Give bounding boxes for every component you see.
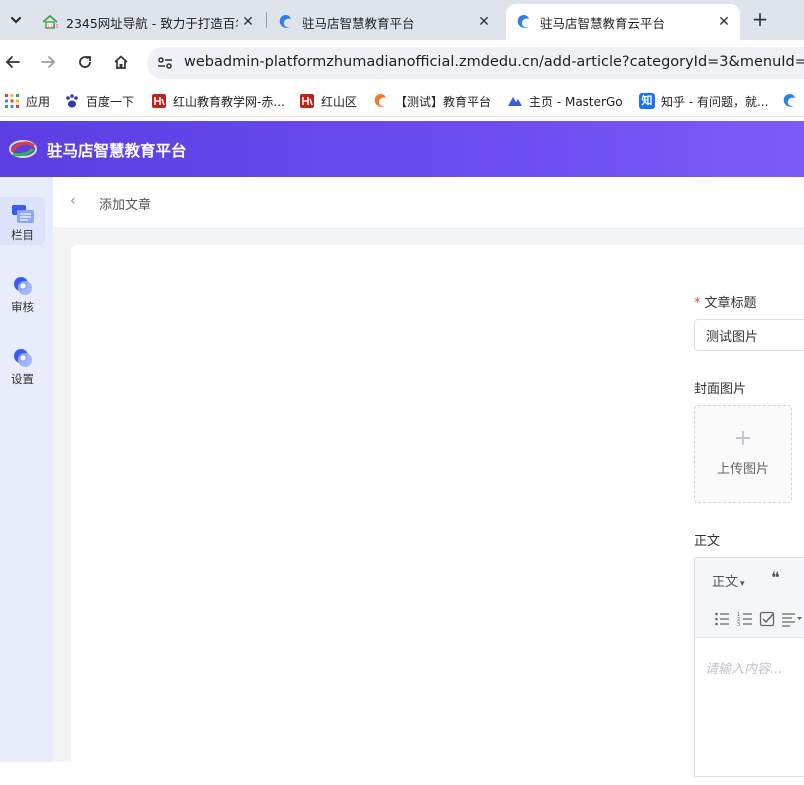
bookmark-label: 应用 [26, 94, 51, 109]
tab-zmd-edu[interactable]: 驻马店智慧教育平台 ✕ [268, 4, 500, 40]
zhihu-icon: 知 [639, 93, 655, 109]
article-title-input[interactable] [694, 319, 804, 351]
mastergo-icon [508, 97, 522, 106]
hongshan-district-icon [300, 94, 314, 108]
bookmark-apps[interactable]: 应用 [4, 92, 50, 110]
bookmark-baidu[interactable]: 百度一下 [64, 92, 134, 110]
forward-button[interactable] [36, 50, 60, 74]
house-favicon-icon: 2345 [42, 14, 58, 30]
rich-text-editor: 正文 ▾ ❝ 1 2 3 请输入内容... [694, 557, 804, 777]
sidebar: 栏目 审核 设置 [0, 177, 53, 762]
column-icon [11, 205, 34, 223]
svg-text:3: 3 [737, 622, 740, 627]
sidebar-item-label: 栏目 [11, 228, 34, 242]
editor-toolbar: 正文 ▾ ❝ 1 2 3 [695, 558, 804, 638]
bookmark-hongshan-edu[interactable]: 红山教育教学网-赤... [151, 92, 285, 110]
bookmark-label: 红山区 [321, 94, 358, 109]
arrow-right-icon [41, 56, 56, 68]
back-button[interactable] [1, 50, 25, 74]
bookmark-mastergo[interactable]: 主页 - MasterGo [507, 92, 623, 110]
close-tab-icon[interactable]: ✕ [238, 14, 258, 30]
sidebar-item-column[interactable]: 栏目 [0, 197, 45, 245]
site-settings-icon[interactable] [157, 55, 173, 71]
hongshan-edu-icon [152, 94, 166, 108]
bookmark-hongshan-district[interactable]: 红山区 [299, 92, 357, 110]
baidu-paw-icon [66, 94, 78, 108]
title-field-label: * 文章标题 [694, 292, 757, 311]
tab-zmd-cloud[interactable]: 驻马店智慧教育云平台 ✕ [506, 4, 740, 40]
bookmark-label: 知乎 - 有问题，就... [661, 94, 769, 109]
quote-button[interactable]: ❝ [771, 568, 780, 587]
bullet-list-icon[interactable] [714, 611, 730, 627]
align-dropdown-icon[interactable] [781, 611, 803, 627]
plus-icon: + [733, 426, 753, 451]
sidebar-item-label: 设置 [11, 372, 34, 386]
tab-title: 驻马店智慧教育云平台 [540, 15, 666, 31]
tab-separator [266, 12, 267, 28]
test-platform-icon [374, 94, 386, 107]
bookmark-label: 主页 - MasterGo [529, 94, 623, 109]
editor-placeholder[interactable]: 请输入内容... [705, 658, 782, 677]
svg-text:2345: 2345 [47, 24, 58, 30]
swirl-favicon-icon [517, 15, 529, 28]
swirl-favicon-icon [783, 94, 795, 107]
breadcrumb: ‹ 添加文章 [53, 177, 804, 227]
back-chevron-icon[interactable]: ‹ [70, 193, 76, 209]
home-icon [114, 55, 128, 69]
tab-title: 2345网址导航 - 致力于打造百年 [66, 15, 238, 31]
sidebar-item-settings[interactable]: 设置 [0, 341, 45, 389]
app-title: 驻马店智慧教育平台 [47, 142, 187, 160]
paragraph-style-select[interactable]: 正文 ▾ [712, 571, 745, 590]
caret-down-icon: ▾ [740, 579, 745, 589]
bookmark-overflow[interactable] [782, 92, 804, 110]
new-tab-button[interactable]: + [748, 8, 772, 32]
close-tab-icon[interactable]: ✕ [714, 14, 734, 30]
numbered-list-icon[interactable]: 1 2 3 [737, 611, 753, 627]
url-text[interactable]: webadmin-platformzhumadianofficial.zmded… [184, 54, 804, 70]
todo-checkbox-icon[interactable] [759, 611, 775, 627]
cover-upload-button[interactable]: + 上传图片 [694, 405, 792, 503]
sidebar-item-review[interactable]: 审核 [0, 269, 45, 317]
bookmark-test-platform[interactable]: 【测试】教育平台 [373, 92, 491, 110]
review-icon [13, 277, 32, 295]
app-header: 驻马店智慧教育平台 [0, 121, 804, 177]
bookmark-zhihu[interactable]: 知 知乎 - 有问题，就... [639, 92, 768, 110]
bookmark-label: 百度一下 [86, 94, 135, 109]
sidebar-item-label: 审核 [11, 300, 34, 314]
bookmarks-bar: 应用 百度一下 红山教育教学网-赤... 红山区 【测试】教育平台 主页 - M… [0, 85, 804, 117]
tab-search-button[interactable] [4, 8, 28, 32]
tab-2345[interactable]: 2345 2345网址导航 - 致力于打造百年 ✕ [32, 4, 264, 40]
tab-title: 驻马店智慧教育平台 [302, 15, 415, 31]
bookmark-label: 红山教育教学网-赤... [173, 94, 285, 109]
address-bar[interactable]: webadmin-platformzhumadianofficial.zmded… [147, 47, 804, 79]
bookmark-label: 【测试】教育平台 [395, 94, 492, 109]
swirl-favicon-icon [279, 15, 291, 28]
apps-grid-icon [5, 94, 19, 108]
close-tab-icon[interactable]: ✕ [474, 14, 494, 30]
required-mark: * [694, 296, 701, 311]
arrow-left-icon [5, 56, 20, 68]
settings-icon [13, 349, 32, 367]
platform-logo-icon [9, 140, 37, 158]
body-field-label: 正文 [694, 534, 721, 549]
home-button[interactable] [109, 50, 133, 74]
page-title: 添加文章 [99, 198, 152, 213]
title-label-text: 文章标题 [704, 296, 757, 311]
cover-field-label: 封面图片 [694, 382, 747, 397]
browser-tab-bar: 2345 2345网址导航 - 致力于打造百年 ✕ 驻马店智慧教育平台 ✕ 驻马… [0, 0, 804, 40]
paragraph-style-label: 正文 [712, 575, 739, 590]
quote-icon: ❝ [771, 568, 780, 587]
reload-icon [79, 56, 91, 68]
upload-label: 上传图片 [716, 462, 769, 477]
chevron-down-icon [11, 17, 21, 24]
reload-button[interactable] [73, 50, 97, 74]
